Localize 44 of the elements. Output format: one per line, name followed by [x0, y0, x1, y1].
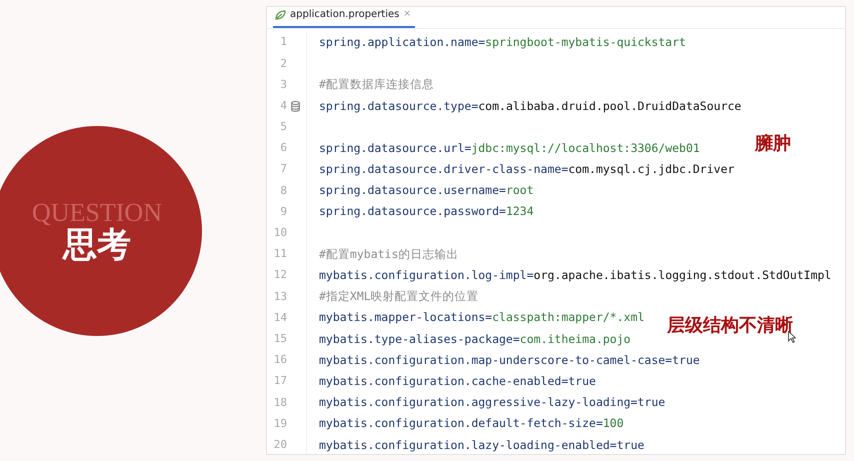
leaf-icon — [275, 10, 286, 20]
line-number: 5 — [279, 119, 287, 136]
code-line: spring.datasource.type=com.alibaba.druid.pool.DruidDataSource — [319, 98, 742, 115]
line-number: 20 — [272, 436, 287, 453]
line-number: 17 — [272, 373, 287, 390]
code-comment: #配置数据库连接信息 — [319, 76, 434, 94]
code-line: mybatis.mapper-locations=classpath:mapper/*.xml — [319, 309, 644, 326]
code-line: spring.datasource.password=1234 — [319, 203, 534, 220]
code-line: spring.datasource.username=root — [319, 182, 534, 200]
line-number: 18 — [272, 394, 287, 411]
line-number: 1 — [279, 34, 287, 50]
line-number: 6 — [279, 140, 287, 156]
line-number: 19 — [272, 416, 287, 432]
line-number: 8 — [279, 182, 287, 199]
line-number: 4 — [279, 98, 287, 114]
line-number: 7 — [279, 161, 287, 178]
code-line: mybatis.configuration.cache-enabled=true — [319, 372, 596, 390]
code-line: mybatis.configuration.map-underscore-to-camel-case=true — [319, 352, 700, 369]
code-line: mybatis.configuration.default-fetch-size=100 — [319, 415, 624, 432]
handwritten-note: 臃肿 — [755, 132, 791, 156]
handwritten-note: 层级结构不清晰 — [667, 314, 793, 338]
line-number: 2 — [279, 56, 287, 72]
line-number: 16 — [272, 352, 287, 368]
code-line: mybatis.configuration.aggressive-lazy-loading=true — [319, 394, 666, 412]
line-number: 14 — [272, 310, 287, 326]
badge-caption: QUESTION — [32, 200, 162, 226]
tab-label: application.properties — [290, 8, 400, 22]
code-comment: #配置mybatis的日志输出 — [319, 246, 458, 263]
badge-title: 思考 — [63, 228, 131, 262]
code-line: spring.datasource.url=jdbc:mysql://localhost:3306/web01 — [319, 140, 700, 157]
line-number: 13 — [272, 288, 287, 305]
line-number: 3 — [279, 76, 287, 93]
code-comment: #指定XML映射配置文件的位置 — [319, 288, 479, 306]
file-tab[interactable]: application.properties × — [273, 7, 415, 28]
line-number: 12 — [272, 267, 287, 284]
code-line: spring.datasource.driver-class-name=com.mysql.cj.jdbc.Driver — [319, 161, 734, 178]
code-line: spring.application.name=springboot-mybatis-quickstart — [319, 34, 686, 51]
code-line: mybatis.type-aliases-package=com.itheima.pojo — [319, 330, 631, 348]
code-line: mybatis.configuration.lazy-loading-enabled=true — [319, 436, 644, 454]
line-number: 10 — [272, 225, 287, 242]
line-number: 9 — [279, 204, 287, 220]
code-line: mybatis.configuration.log-impl=org.apache.ibatis.logging.stdout.StdOutImpl — [319, 267, 832, 284]
line-number: 11 — [272, 246, 287, 262]
line-number: 15 — [272, 330, 287, 347]
